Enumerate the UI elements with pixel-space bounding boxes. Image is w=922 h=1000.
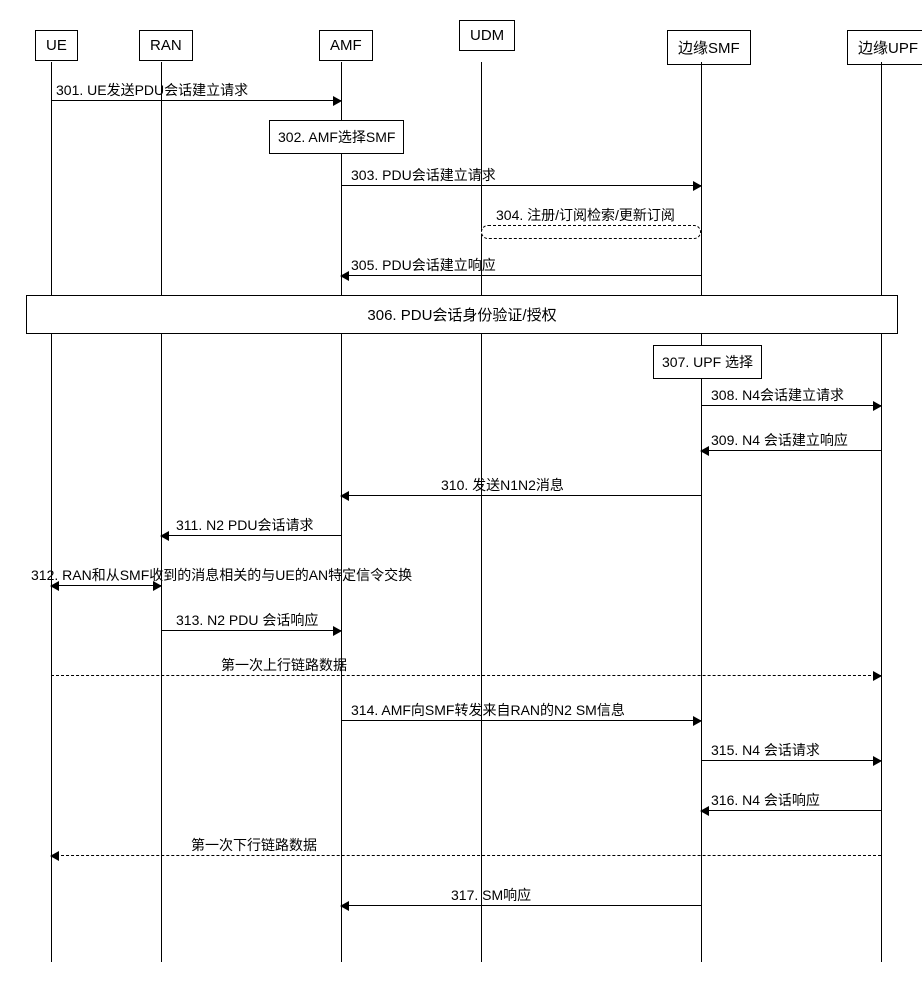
arrow-309 bbox=[701, 450, 881, 451]
label-305: 305. PDU会话建立响应 bbox=[351, 255, 496, 275]
label-downlink: 第一次下行链路数据 bbox=[191, 835, 317, 855]
lifeline-ran bbox=[161, 62, 162, 962]
arrow-303 bbox=[341, 185, 701, 186]
arrow-uplink bbox=[51, 675, 881, 676]
arrow-317 bbox=[341, 905, 701, 906]
label-309: 309. N4 会话建立响应 bbox=[711, 430, 848, 450]
label-uplink: 第一次上行链路数据 bbox=[221, 655, 347, 675]
label-311: 311. N2 PDU会话请求 bbox=[176, 515, 313, 535]
arrow-downlink bbox=[51, 855, 881, 856]
participant-ran: RAN bbox=[139, 30, 193, 61]
arrow-301 bbox=[51, 100, 341, 101]
label-304: 304. 注册/订阅检索/更新订阅 bbox=[496, 205, 675, 225]
participant-udm: UDM bbox=[459, 20, 515, 51]
lifeline-upf bbox=[881, 62, 882, 962]
label-317: 317. SM响应 bbox=[451, 885, 531, 905]
arrow-308 bbox=[701, 405, 881, 406]
oval-304 bbox=[481, 225, 701, 239]
label-312: 312. RAN和从SMF收到的消息相关的与UE的AN特定信令交换 bbox=[31, 565, 412, 585]
arrow-316 bbox=[701, 810, 881, 811]
label-314: 314. AMF向SMF转发来自RAN的N2 SM信息 bbox=[351, 700, 625, 720]
participant-ue: UE bbox=[35, 30, 78, 61]
label-315: 315. N4 会话请求 bbox=[711, 740, 820, 760]
arrow-313 bbox=[161, 630, 341, 631]
lifeline-ue bbox=[51, 62, 52, 962]
participant-amf: AMF bbox=[319, 30, 373, 61]
box-307: 307. UPF 选择 bbox=[653, 345, 762, 379]
label-313: 313. N2 PDU 会话响应 bbox=[176, 610, 318, 630]
label-303: 303. PDU会话建立请求 bbox=[351, 165, 496, 185]
label-316: 316. N4 会话响应 bbox=[711, 790, 820, 810]
lifeline-smf bbox=[701, 62, 702, 962]
arrow-314 bbox=[341, 720, 701, 721]
label-301: 301. UE发送PDU会话建立请求 bbox=[56, 80, 248, 100]
arrow-312 bbox=[51, 585, 161, 586]
arrow-305 bbox=[341, 275, 701, 276]
arrow-315 bbox=[701, 760, 881, 761]
label-310: 310. 发送N1N2消息 bbox=[441, 475, 564, 495]
participant-upf: 边缘UPF bbox=[847, 30, 922, 65]
sequence-diagram: UE RAN AMF UDM 边缘SMF 边缘UPF 301. UE发送PDU会… bbox=[21, 20, 901, 980]
label-308: 308. N4会话建立请求 bbox=[711, 385, 844, 405]
box-302: 302. AMF选择SMF bbox=[269, 120, 404, 154]
participant-smf: 边缘SMF bbox=[667, 30, 751, 65]
arrow-310 bbox=[341, 495, 701, 496]
lifeline-amf bbox=[341, 62, 342, 962]
lifeline-udm bbox=[481, 62, 482, 962]
arrow-311 bbox=[161, 535, 341, 536]
box-306: 306. PDU会话身份验证/授权 bbox=[26, 295, 898, 334]
